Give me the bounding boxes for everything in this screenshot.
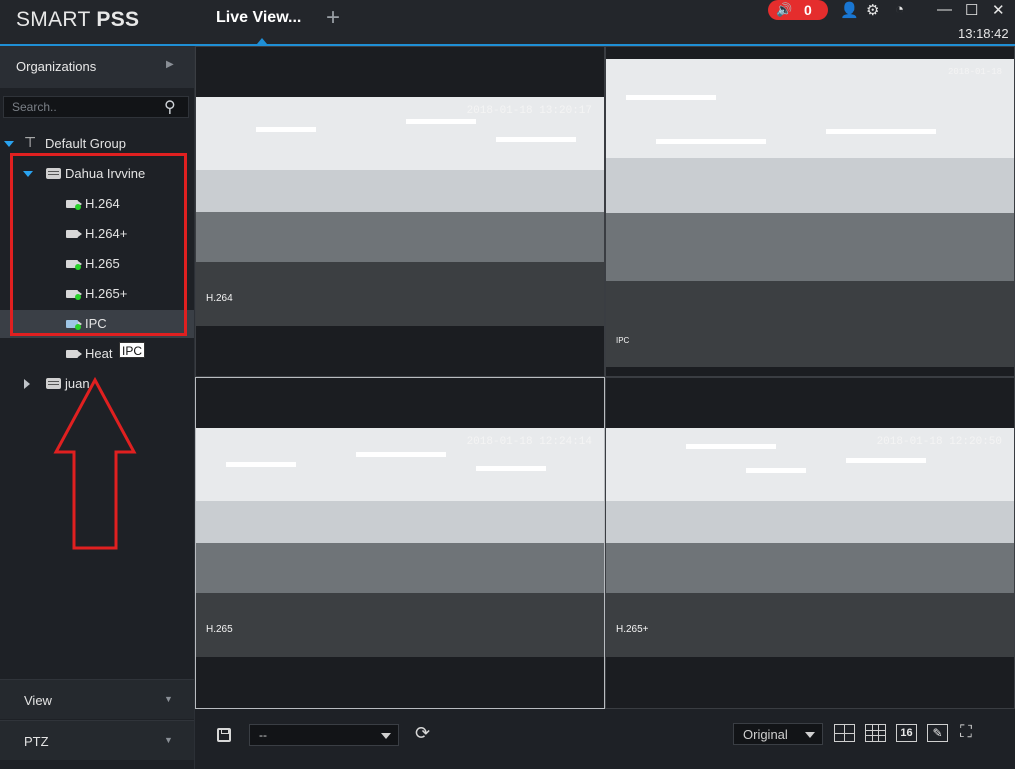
feed-camera-name: H.265 xyxy=(206,624,233,635)
expand-down-icon[interactable] xyxy=(4,141,14,147)
chevron-down-icon: ▼ xyxy=(164,735,173,745)
channel-label: Heat xyxy=(85,346,113,361)
channel-heat[interactable]: Heat xyxy=(0,340,194,368)
camera-feed: 2018-01-18 12:20:50 H.265+ xyxy=(606,428,1014,657)
fullscreen-icon[interactable]: ⛶ xyxy=(960,722,972,742)
video-pane-3[interactable]: 2018-01-18 12:24:14 H.265 xyxy=(195,377,605,709)
smart-pss-window: SMART PSS Live View... + 🔊 0 👤 ⚙ ◔ — ☐ ✕… xyxy=(0,0,1015,769)
title-bar: SMART PSS Live View... + 🔊 0 👤 ⚙ ◔ — ☐ ✕… xyxy=(0,0,1015,46)
view-panel-header[interactable]: View ▼ xyxy=(0,679,194,719)
layout-16-button[interactable]: 16 xyxy=(896,724,917,742)
camera-icon xyxy=(66,350,82,358)
feed-timestamp: 2018-01-18 13:20:17 xyxy=(466,105,592,117)
aspect-ratio-select[interactable]: Original xyxy=(733,723,823,745)
video-grid: 2018-01-18 13:20:17 H.264 2018-01-18 IPC xyxy=(195,46,1015,709)
feed-timestamp: 2018-01-18 12:20:50 xyxy=(876,436,1002,448)
ptz-label: PTZ xyxy=(24,734,49,749)
clock: 13:18:42 xyxy=(958,26,1009,41)
close-icon[interactable]: ✕ xyxy=(992,1,1005,19)
save-view-button[interactable] xyxy=(217,728,231,742)
maximize-icon[interactable]: ☐ xyxy=(965,1,978,19)
chevron-down-icon xyxy=(381,733,391,739)
camera-feed: 2018-01-18 12:24:14 H.265 xyxy=(196,428,604,657)
org-tree-icon: ⊤ xyxy=(24,134,37,150)
alarm-button[interactable]: 🔊 0 xyxy=(768,0,828,20)
tab-live-view[interactable]: Live View... xyxy=(216,9,301,27)
brand-text: SMART xyxy=(16,8,97,31)
settings-icon[interactable]: ⚙ xyxy=(866,1,879,19)
layout-4-button[interactable] xyxy=(834,724,855,742)
highlight-box-annotation xyxy=(10,153,187,336)
tooltip: IPC xyxy=(119,342,146,358)
organizations-label: Organizations xyxy=(16,59,97,74)
performance-icon[interactable]: ◔ xyxy=(895,1,904,18)
expand-right-icon[interactable] xyxy=(24,379,30,389)
feed-camera-name: IPC xyxy=(616,336,630,345)
view-label: View xyxy=(24,693,52,708)
search-icon[interactable]: ⚲ xyxy=(164,97,176,117)
view-select[interactable]: -- xyxy=(249,724,399,746)
ptz-panel-header[interactable]: PTZ ▼ xyxy=(0,720,194,760)
feed-camera-name: H.265+ xyxy=(616,624,649,635)
video-pane-2[interactable]: 2018-01-18 IPC xyxy=(605,46,1015,377)
live-view-toolbar: -- ⟳ Original 16 ✎ ⛶ xyxy=(195,709,1015,769)
video-pane-1[interactable]: 2018-01-18 13:20:17 H.264 xyxy=(195,46,605,377)
chevron-right-icon: ▶ xyxy=(166,59,174,70)
feed-timestamp: 2018-01-18 xyxy=(947,67,1002,77)
minimize-icon[interactable]: — xyxy=(937,1,952,18)
feed-timestamp: 2018-01-18 12:24:14 xyxy=(466,436,592,448)
speaker-icon: 🔊 xyxy=(776,2,793,17)
feed-camera-name: H.264 xyxy=(206,293,233,304)
edit-layout-button[interactable]: ✎ xyxy=(927,724,948,742)
camera-feed: 2018-01-18 13:20:17 H.264 xyxy=(196,97,604,326)
user-icon[interactable]: 👤 xyxy=(840,1,859,19)
alarm-count: 0 xyxy=(804,2,812,18)
video-pane-4[interactable]: 2018-01-18 12:20:50 H.265+ xyxy=(605,377,1015,709)
aspect-ratio-value: Original xyxy=(743,727,788,742)
add-tab-button[interactable]: + xyxy=(326,6,340,30)
chevron-down-icon: ▼ xyxy=(164,694,173,704)
organizations-header[interactable]: Organizations ▶ xyxy=(0,46,194,88)
search-input[interactable] xyxy=(12,99,152,115)
brand-text-bold: PSS xyxy=(96,8,140,31)
camera-feed: 2018-01-18 IPC xyxy=(606,59,1014,367)
view-select-value: -- xyxy=(259,728,267,742)
device-sidebar: Organizations ▶ ⚲ ⊤ Default Group Dahua … xyxy=(0,46,195,769)
chevron-down-icon xyxy=(805,732,815,738)
up-arrow-annotation xyxy=(53,376,137,550)
layout-9-button[interactable] xyxy=(865,724,886,742)
refresh-icon[interactable]: ⟳ xyxy=(415,723,430,744)
tree-node-label: Default Group xyxy=(45,136,126,151)
device-search: ⚲ xyxy=(3,96,189,118)
app-brand: SMART PSS xyxy=(16,8,139,32)
